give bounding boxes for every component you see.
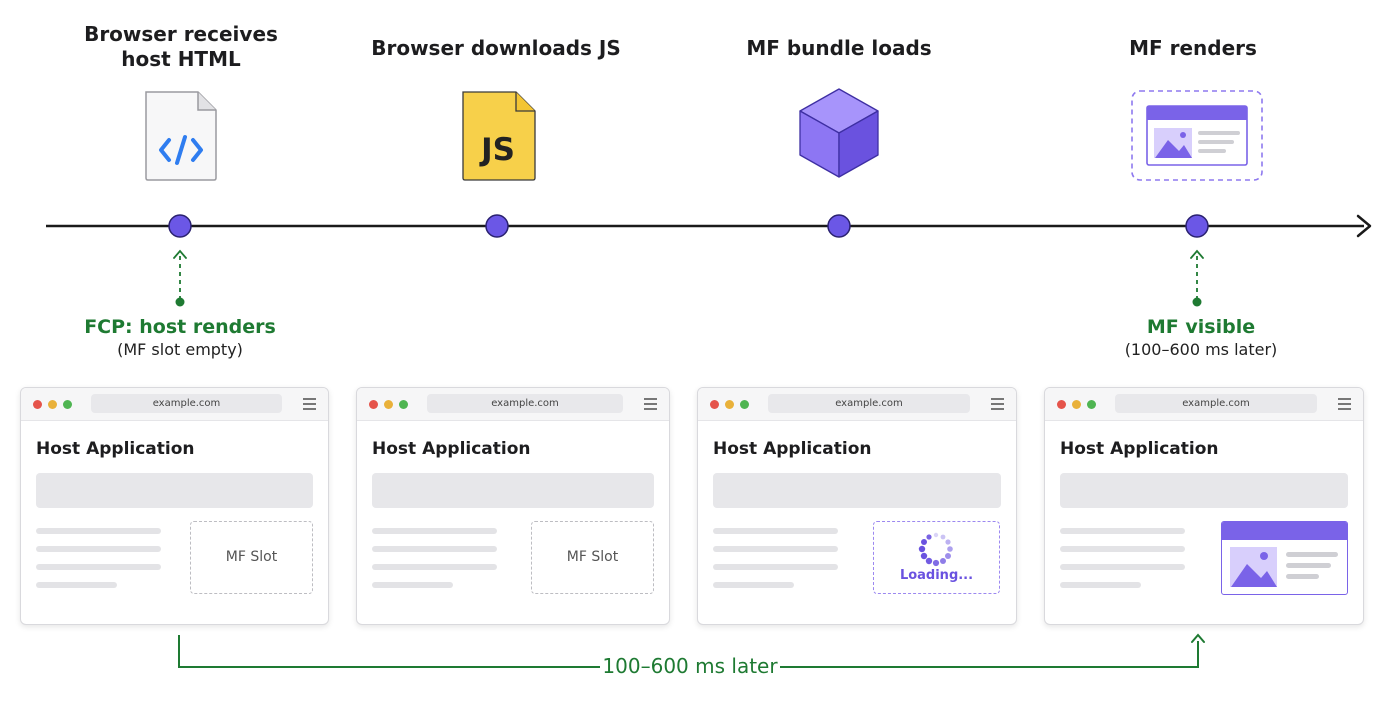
fcp-note: FCP: host renders (MF slot empty) xyxy=(30,315,330,361)
loading-label: Loading... xyxy=(899,568,974,583)
app-title: Host Application xyxy=(713,439,872,459)
minimize-dot-icon[interactable] xyxy=(1072,400,1081,409)
browser-window-fcp: example.com Host Application MF Slot xyxy=(20,387,329,625)
latency-range-label: 100–600 ms later xyxy=(600,653,780,679)
mf-slot: MF Slot xyxy=(531,521,654,594)
menu-icon[interactable] xyxy=(991,398,1004,410)
browser-toolbar: example.com xyxy=(1045,388,1363,421)
minimize-dot-icon[interactable] xyxy=(48,400,57,409)
app-title: Host Application xyxy=(372,439,531,459)
text-line-placeholder xyxy=(36,582,117,588)
maximize-dot-icon[interactable] xyxy=(63,400,72,409)
maximize-dot-icon[interactable] xyxy=(399,400,408,409)
maximize-dot-icon[interactable] xyxy=(1087,400,1096,409)
browser-toolbar: example.com xyxy=(21,388,328,421)
minimize-dot-icon[interactable] xyxy=(725,400,734,409)
text-line-placeholder xyxy=(713,582,794,588)
minimize-dot-icon[interactable] xyxy=(384,400,393,409)
browser-window-download-js: example.com Host Application MF Slot xyxy=(356,387,670,625)
timeline-marker-mf-renders xyxy=(1185,214,1209,238)
timeline-marker-host-html xyxy=(168,214,192,238)
browser-window-bundle-loads: example.com Host Application Loading... xyxy=(697,387,1017,625)
address-bar[interactable]: example.com xyxy=(1115,394,1317,413)
browser-window-mf-renders: example.com Host Application xyxy=(1044,387,1364,625)
mf-visible-note-subtitle: (100–600 ms later) xyxy=(1124,340,1278,359)
mf-visible-note: MF visible (100–600 ms later) xyxy=(1051,315,1351,361)
text-line-placeholder xyxy=(36,546,161,552)
menu-icon[interactable] xyxy=(1338,398,1351,410)
text-line-placeholder xyxy=(1060,582,1141,588)
text-line-placeholder xyxy=(36,528,161,534)
browser-toolbar: example.com xyxy=(357,388,669,421)
text-line-placeholder xyxy=(372,546,497,552)
maximize-dot-icon[interactable] xyxy=(740,400,749,409)
text-line-placeholder xyxy=(713,564,838,570)
fcp-note-title: FCP: host renders xyxy=(84,316,276,338)
mf-visible-note-title: MF visible xyxy=(1146,316,1256,338)
text-line-placeholder xyxy=(713,528,838,534)
timeline-marker-download-js xyxy=(485,214,509,238)
content-banner-placeholder xyxy=(1060,473,1348,508)
text-line-placeholder xyxy=(372,528,497,534)
app-title: Host Application xyxy=(1060,439,1219,459)
fcp-note-subtitle: (MF slot empty) xyxy=(117,340,243,359)
mf-slot-loading: Loading... xyxy=(873,521,1000,594)
close-dot-icon[interactable] xyxy=(33,400,42,409)
timeline-marker-bundle-loads xyxy=(827,214,851,238)
text-line-placeholder xyxy=(372,564,497,570)
close-dot-icon[interactable] xyxy=(369,400,378,409)
app-title: Host Application xyxy=(36,439,195,459)
text-line-placeholder xyxy=(372,582,453,588)
address-bar[interactable]: example.com xyxy=(427,394,623,413)
content-banner-placeholder xyxy=(372,473,654,508)
loading-spinner-icon xyxy=(918,532,953,567)
text-line-placeholder xyxy=(1060,528,1185,534)
text-line-placeholder xyxy=(1060,546,1185,552)
text-line-placeholder xyxy=(36,564,161,570)
mf-slot: MF Slot xyxy=(190,521,313,594)
widget-header-bar xyxy=(1222,522,1347,540)
menu-icon[interactable] xyxy=(644,398,657,410)
close-dot-icon[interactable] xyxy=(1057,400,1066,409)
content-banner-placeholder xyxy=(713,473,1001,508)
close-dot-icon[interactable] xyxy=(710,400,719,409)
text-line-placeholder xyxy=(1060,564,1185,570)
mf-rendered-widget xyxy=(1221,521,1348,595)
browser-toolbar: example.com xyxy=(698,388,1016,421)
menu-icon[interactable] xyxy=(303,398,316,410)
address-bar[interactable]: example.com xyxy=(91,394,282,413)
content-banner-placeholder xyxy=(36,473,313,508)
address-bar[interactable]: example.com xyxy=(768,394,970,413)
image-placeholder-icon xyxy=(1230,547,1338,587)
text-line-placeholder xyxy=(713,546,838,552)
